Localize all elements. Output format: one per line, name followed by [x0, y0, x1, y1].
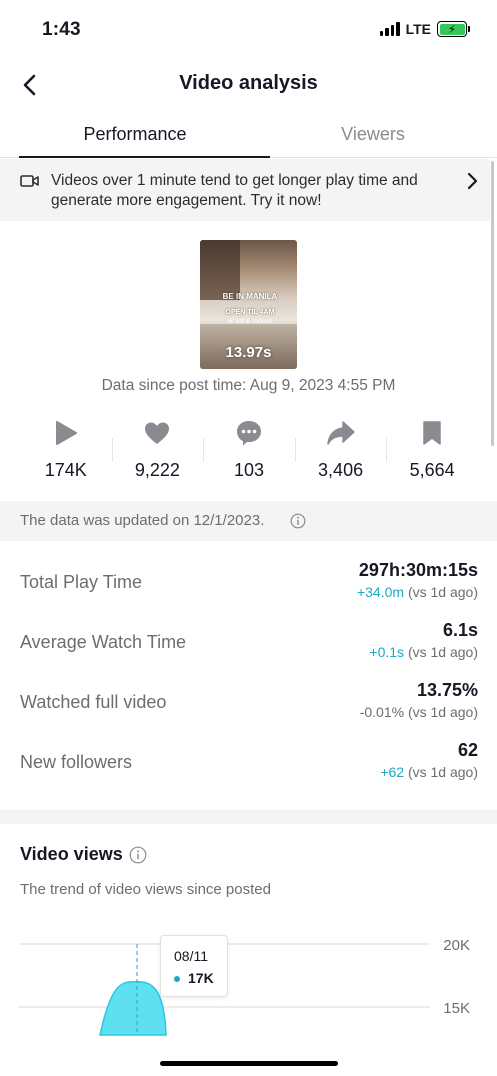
tip-banner[interactable]: Videos over 1 minute tend to get longer … [0, 159, 490, 221]
video-views-subtitle: The trend of video views since posted [20, 881, 271, 898]
stat-value: 103 [233, 460, 264, 480]
video-duration: 13.97s [225, 344, 272, 361]
engagement-stats: 174K 9,222 103 3,406 5,664 [20, 418, 478, 488]
metric-delta: -0.01% (vs 1d ago) [360, 704, 478, 720]
active-tab-indicator [19, 156, 270, 158]
video-views-heading: Video views [20, 844, 147, 865]
thumbnail-caption-2: OPEN TIL 4AM [225, 309, 275, 316]
post-time: Data since post time: Aug 9, 2023 4:55 P… [101, 377, 396, 394]
comment-icon [236, 421, 261, 446]
stat-favorites: 5,664 [386, 418, 478, 488]
tab-viewers[interactable]: Viewers [248, 124, 497, 145]
stat-value: 174K [44, 460, 87, 480]
section-divider [0, 810, 497, 824]
y-tick-label: 20K [443, 937, 470, 954]
metric-total-play-time: Total Play Time 297h:30m:15s +34.0m (vs … [20, 560, 478, 610]
metric-delta: +62 (vs 1d ago) [380, 764, 478, 780]
thumbnail-caption-3: w/ wifi & sockets [227, 319, 272, 325]
tab-bar: Performance Viewers [0, 112, 497, 158]
metric-value: 13.75% [416, 680, 478, 700]
metric-delta: +0.1s (vs 1d ago) [369, 644, 478, 660]
heart-icon [145, 422, 170, 444]
video-thumbnail[interactable]: BE IN MANILA OPEN TIL 4AM w/ wifi & sock… [200, 240, 297, 369]
nav-header: Video analysis [0, 60, 497, 110]
update-notice: The data was updated on 12/1/2023. [0, 501, 497, 541]
metric-change: +34.0m [356, 584, 405, 600]
stat-shares: 3,406 [294, 418, 387, 488]
metric-change: +0.1s [369, 644, 405, 660]
stat-likes: 9,222 [111, 418, 204, 488]
metric-new-followers: New followers 62 +62 (vs 1d ago) [20, 740, 478, 790]
series-dot [174, 976, 180, 982]
metric-change: +62 [380, 764, 405, 780]
metric-comparison: (vs 1d ago) [407, 584, 478, 600]
metric-watched-full-video: Watched full video 13.75% -0.01% (vs 1d … [20, 680, 478, 730]
video-views-chart[interactable]: 20K 15K [0, 925, 497, 1045]
stat-comments: 103 [203, 418, 295, 488]
status-time: 1:43 [42, 19, 81, 40]
metric-comparison: (vs 1d ago) [407, 644, 478, 660]
bookmark-icon [423, 421, 441, 445]
battery-icon: ⚡ [437, 21, 470, 37]
update-text: The data was updated on 12/1/2023. [20, 512, 265, 529]
metric-change: -0.01% [359, 704, 405, 720]
chart-tooltip: 08/11 17K [160, 935, 228, 997]
tooltip-value: 17K [188, 970, 214, 986]
metric-label: Total Play Time [20, 572, 143, 592]
y-tick-label: 15K [443, 1000, 470, 1017]
video-camera-icon [20, 175, 39, 187]
metric-delta: +34.0m (vs 1d ago) [357, 584, 478, 600]
metric-label: New followers [20, 752, 133, 772]
stat-value: 9,222 [134, 460, 180, 480]
signal-icon [379, 22, 400, 36]
metric-label: Watched full video [20, 692, 167, 712]
info-icon[interactable] [129, 846, 147, 864]
thumbnail-caption-1: BE IN MANILA [222, 292, 278, 301]
stat-value: 3,406 [318, 460, 364, 480]
metric-value: 297h:30m:15s [358, 560, 478, 580]
views-area [99, 981, 167, 1036]
metric-value: 6.1s [442, 620, 478, 640]
metric-comparison: (vs 1d ago) [407, 764, 478, 780]
banner-text: Videos over 1 minute tend to get longer … [51, 172, 418, 209]
metric-label: Average Watch Time [20, 632, 187, 652]
share-icon [326, 421, 355, 445]
info-icon[interactable] [290, 513, 306, 529]
tooltip-date: 08/11 [174, 948, 208, 964]
stat-plays: 174K [20, 418, 112, 488]
metric-value: 62 [457, 740, 478, 760]
home-indicator [160, 1061, 338, 1066]
play-icon [55, 421, 77, 445]
status-bar: 1:43 LTE ⚡ [0, 0, 497, 60]
network-label: LTE [405, 21, 431, 37]
metric-comparison: (vs 1d ago) [407, 704, 478, 720]
status-right: LTE ⚡ [379, 21, 470, 37]
chevron-right-icon [467, 172, 478, 190]
video-views-title: Video views [20, 844, 123, 864]
metric-average-watch-time: Average Watch Time 6.1s +0.1s (vs 1d ago… [20, 620, 478, 670]
scrollbar[interactable] [491, 161, 494, 446]
page-title: Video analysis [179, 72, 318, 94]
tab-performance[interactable]: Performance [0, 124, 270, 145]
stat-value: 5,664 [409, 460, 455, 480]
